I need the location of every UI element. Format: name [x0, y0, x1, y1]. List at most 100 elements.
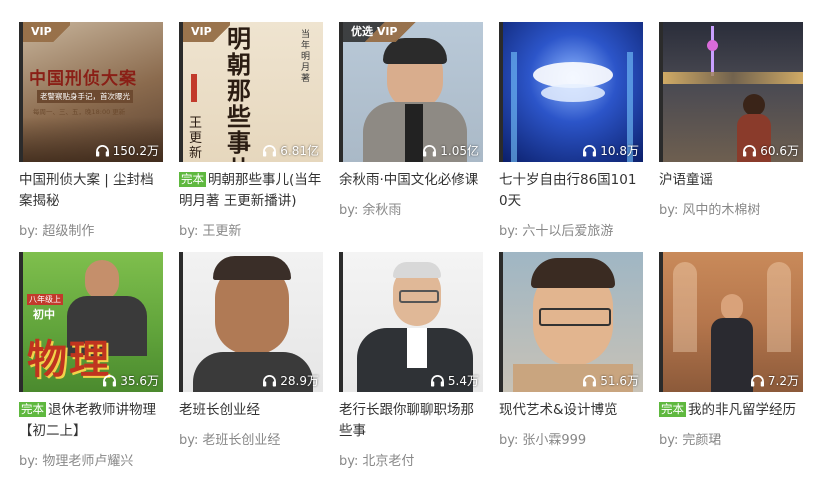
cover-schedule: 每周一、三、五，晚18:00 更新 [33, 108, 126, 116]
person-head [721, 294, 743, 320]
album-cover[interactable]: 60.6万 [659, 22, 803, 162]
play-count: 51.6万 [582, 372, 639, 389]
headphones-icon [583, 145, 597, 157]
album-card[interactable]: 7.2万 完本 我的非凡留学经历 by: 完颜珺 [659, 252, 803, 448]
album-card[interactable]: 明朝那些事儿 当年明月 著 王更新 VIP 6.81亿 完本明朝那些事儿(当年明… [179, 22, 323, 239]
album-author[interactable]: by: 老班长创业经 [179, 429, 323, 448]
album-card[interactable]: 60.6万 沪语童谣 by: 风中的木棉树 [659, 22, 803, 218]
cover-title-text: 中国刑侦大案 [29, 69, 137, 89]
album-author[interactable]: by: 张小霖999 [499, 429, 643, 448]
portrait-face [85, 260, 119, 300]
person-head [743, 94, 765, 116]
portrait-hair [213, 256, 291, 280]
album-title[interactable]: 完本 明朝那些事儿(当年明月著 王更新播讲) [179, 170, 323, 212]
vip-badge: 优选 VIP [343, 22, 416, 42]
cover-seal [191, 74, 197, 102]
arch [673, 262, 697, 352]
album-cover[interactable]: 优选 VIP 1.05亿 [339, 22, 483, 162]
album-card[interactable]: 中国刑侦大案 老警察贴身手记，首次曝光 每周一、三、五，晚18:00 更新 VI… [19, 22, 163, 239]
play-count: 1.05亿 [422, 142, 479, 159]
cover-grade: 八年级上 [27, 294, 63, 305]
play-count: 10.8万 [582, 142, 639, 159]
play-count: 6.81亿 [262, 142, 319, 159]
album-author[interactable]: by: 超级制作 [19, 220, 163, 239]
play-count-value: 51.6万 [600, 374, 639, 388]
play-count: 60.6万 [742, 142, 799, 159]
album-cover[interactable]: 八年级上 初中 物理 35.6万 [19, 252, 163, 392]
album-author[interactable]: by: 六十以后爱旅游 [499, 220, 643, 239]
chandelier-lower [541, 84, 605, 102]
cover-title-text: 物理 [27, 336, 111, 383]
album-title[interactable]: 沪语童谣 [659, 170, 803, 191]
headphones-icon [743, 145, 757, 157]
album-title[interactable]: 老班长创业经 [179, 400, 323, 421]
headphones-icon [423, 145, 437, 157]
portrait-shirt [407, 328, 427, 368]
headphones-icon [263, 375, 277, 387]
play-count: 7.2万 [750, 372, 799, 389]
album-grid: 中国刑侦大案 老警察贴身手记，首次曝光 每周一、三、五，晚18:00 更新 VI… [0, 0, 830, 487]
album-card[interactable]: 八年级上 初中 物理 35.6万 完本 退休老教师讲物理【初二上】 by: 物理老师… [19, 252, 163, 469]
play-count-value: 1.05亿 [440, 144, 479, 158]
cover-title-text: 明朝那些事儿 [227, 24, 251, 163]
album-author[interactable]: by: 余秋雨 [339, 199, 483, 218]
album-cover[interactable]: 明朝那些事儿 当年明月 著 王更新 VIP 6.81亿 [179, 22, 323, 162]
portrait-hair [531, 258, 615, 288]
cover-narrator-text: 王更新 [189, 116, 203, 161]
vip-badge: VIP [183, 22, 230, 42]
album-author[interactable]: by: 北京老付 [339, 450, 483, 469]
tower-sphere [707, 40, 718, 51]
portrait-shirt [405, 104, 423, 162]
play-count-value: 10.8万 [600, 144, 639, 158]
album-cover[interactable]: 中国刑侦大案 老警察贴身手记，首次曝光 每周一、三、五，晚18:00 更新 VI… [19, 22, 163, 162]
complete-badge: 完本 [179, 172, 206, 187]
album-cover[interactable]: 7.2万 [659, 252, 803, 392]
album-card[interactable]: 优选 VIP 1.05亿 余秋雨·中国文化必修课 by: 余秋雨 [339, 22, 483, 218]
city-lights [663, 72, 803, 84]
play-count-value: 6.81亿 [280, 144, 319, 158]
album-cover[interactable]: 28.9万 [179, 252, 323, 392]
headphones-icon [583, 375, 597, 387]
album-cover[interactable]: 10.8万 [499, 22, 643, 162]
album-card[interactable]: 28.9万 老班长创业经 by: 老班长创业经 [179, 252, 323, 448]
album-title[interactable]: 七十岁自由行86国1010天 [499, 170, 643, 212]
light-column [511, 52, 517, 162]
play-count-value: 28.9万 [280, 374, 319, 388]
play-count-value: 7.2万 [767, 374, 799, 388]
album-title[interactable]: 中国刑侦大案 | 尘封档案揭秘 [19, 170, 163, 212]
album-title[interactable]: 现代艺术&设计博览 [499, 400, 643, 421]
album-author[interactable]: by: 完颜珺 [659, 429, 803, 448]
play-count: 5.4万 [430, 372, 479, 389]
album-cover[interactable]: 51.6万 [499, 252, 643, 392]
album-card[interactable]: 51.6万 现代艺术&设计博览 by: 张小霖999 [499, 252, 643, 448]
cover-level: 初中 [33, 308, 55, 321]
glasses [539, 308, 611, 326]
headphones-icon [263, 145, 277, 157]
headphones-icon [430, 375, 444, 387]
tower [711, 26, 714, 76]
cover-author-text: 当年明月 著 [301, 30, 311, 84]
album-title[interactable]: 完本 我的非凡留学经历 [659, 400, 803, 421]
portrait-hair [393, 262, 441, 278]
glasses [399, 290, 439, 303]
play-count: 150.2万 [95, 142, 159, 159]
album-author[interactable]: by: 物理老师卢耀兴 [19, 450, 163, 469]
play-count: 35.6万 [102, 372, 159, 389]
album-title[interactable]: 余秋雨·中国文化必修课 [339, 170, 483, 191]
headphones-icon [103, 375, 117, 387]
play-count-value: 5.4万 [447, 374, 479, 388]
album-card[interactable]: 5.4万 老行长跟你聊聊职场那些事 by: 北京老付 [339, 252, 483, 469]
album-title[interactable]: 老行长跟你聊聊职场那些事 [339, 400, 483, 442]
headphones-icon [750, 375, 764, 387]
album-cover[interactable]: 5.4万 [339, 252, 483, 392]
album-card[interactable]: 10.8万 七十岁自由行86国1010天 by: 六十以后爱旅游 [499, 22, 643, 239]
complete-badge: 完本 [659, 402, 686, 417]
album-author[interactable]: by: 王更新 [179, 220, 323, 239]
play-count: 28.9万 [262, 372, 319, 389]
album-title[interactable]: 完本 退休老教师讲物理【初二上】 [19, 400, 163, 442]
play-count-value: 35.6万 [120, 374, 159, 388]
cover-subtitle: 老警察贴身手记，首次曝光 [37, 90, 133, 103]
headphones-icon [95, 145, 109, 157]
album-author[interactable]: by: 风中的木棉树 [659, 199, 803, 218]
complete-badge: 完本 [19, 402, 46, 417]
